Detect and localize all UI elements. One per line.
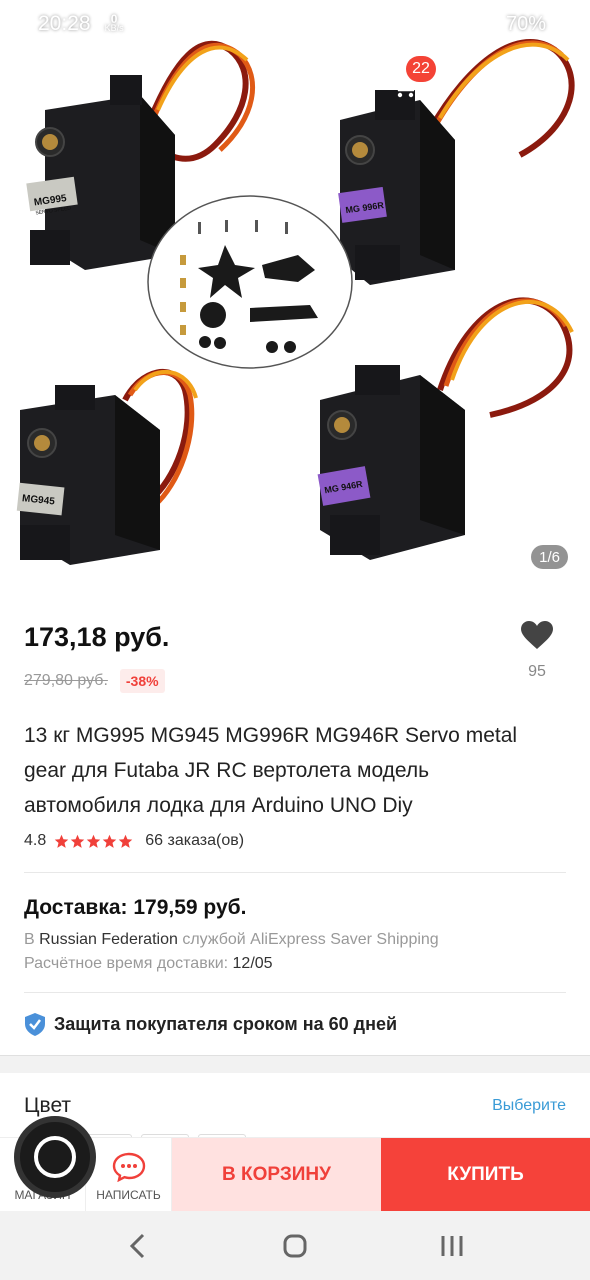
battery-icon [556,13,568,35]
section-separator [0,1055,590,1073]
rating-value: 4.8 [24,832,47,849]
signal-icon [475,16,494,32]
delivery-route-prefix: В [24,931,40,948]
circle-icon [34,1136,76,1178]
cart-button[interactable]: 22 [378,56,436,110]
old-price-row: 279,80 руб. -38% [24,669,524,693]
heart-icon [521,621,553,649]
divider [24,992,566,993]
delivery-service: службой AliExpress Saver Shipping [177,931,439,948]
star-icon [103,834,117,848]
status-bar: 20:28 0 KB/s 4G+ 70% [0,0,590,48]
wishlist-count: 95 [528,663,546,680]
shield-icon [25,1013,45,1036]
add-to-cart-button[interactable]: В КОРЗИНУ [172,1138,381,1212]
chat-icon [112,1152,145,1182]
network-type: 4G+ [444,18,464,30]
status-net-speed-unit: KB/s [104,23,124,33]
color-label: Цвет [24,1094,72,1117]
home-icon [283,1234,307,1257]
share-icon [465,72,497,98]
cart-count-badge: 22 [406,56,436,82]
nav-home-button[interactable] [265,1221,325,1271]
delivery-country: Russian Federation [39,931,178,948]
star-icon [55,834,69,848]
nav-back-button[interactable] [108,1221,168,1271]
orders-count: 66 заказа(ов) [145,832,245,849]
current-price: 173,18 руб. [24,622,170,652]
delivery-date: 12/05 [232,955,273,972]
floating-assist-button[interactable] [14,1116,96,1198]
gallery-notification-icon [137,16,156,32]
rating-row[interactable]: 4.8 66 заказа(ов) [24,832,244,850]
discount-badge: -38% [119,669,165,693]
product-title: 13 кг MG995 MG945 MG996R MG946R Servo me… [24,724,518,817]
buyer-protection[interactable]: Защита покупателя сроком на 60 дней [24,1012,397,1037]
color-option-row[interactable]: Цвет Выберите [24,1094,566,1118]
recents-icon [441,1235,463,1256]
chevron-left-icon [130,1233,145,1258]
servo-mg945-image [16,369,198,565]
share-button[interactable] [456,60,506,110]
delivery-title[interactable]: Доставка: 179,59 руб. [24,896,246,920]
color-select-link[interactable]: Выберите [492,1097,566,1115]
status-net-speed: 0 KB/s [104,13,124,33]
divider [24,872,566,873]
more-button[interactable] [530,60,580,110]
product-gallery[interactable]: MG995 SERVO SPEED MG 996R MG945 MG 946R … [0,0,590,600]
rating-stars [54,834,133,849]
message-button[interactable]: НАПИСАТЬ [86,1138,172,1212]
wishlist-button[interactable]: 95 [504,620,570,681]
gallery-page-counter: 1/6 [531,545,568,569]
message-label: НАПИСАТЬ [96,1188,161,1202]
delivery-estimate: Расчётное время доставки: 12/05 [24,955,273,973]
accessories-image [147,195,353,369]
old-price: 279,80 руб. [24,672,108,689]
status-time: 20:28 [38,12,91,35]
more-vertical-icon [552,73,558,97]
star-icon [119,834,133,848]
buyer-protection-text: Защита покупателя сроком на 60 дней [54,1014,398,1034]
top-nav: 22 [0,56,590,110]
buy-now-button[interactable]: КУПИТЬ [381,1138,590,1212]
nav-recents-button[interactable] [422,1221,482,1271]
arrow-left-icon [28,73,52,97]
price-block: 173,18 руб. 279,80 руб. -38% [24,622,524,693]
alarm-icon [415,14,433,33]
back-button[interactable] [16,60,66,110]
star-icon [71,834,85,848]
battery-percent: 70% [505,12,546,35]
delivery-route: В Russian Federation службой AliExpress … [24,931,439,949]
servo-mg946r-image [317,297,574,560]
star-icon [87,834,101,848]
system-nav-bar [0,1211,590,1280]
delivery-estimate-label: Расчётное время доставки: [24,955,233,972]
